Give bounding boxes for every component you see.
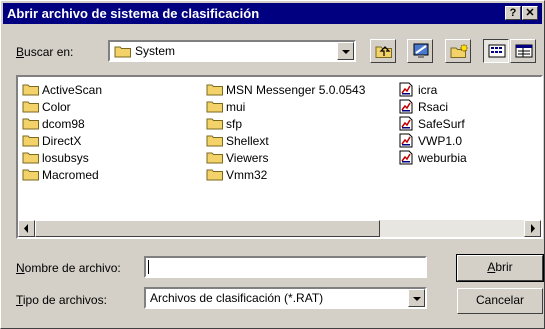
file-list-item-name: mui xyxy=(226,100,246,114)
scroll-left-button[interactable] xyxy=(18,220,35,237)
file-list-item-name: Shellext xyxy=(226,134,269,148)
rat-file-icon xyxy=(398,99,414,117)
look-in-label: Buscar en: xyxy=(16,45,74,59)
file-list-item-name: Macromed xyxy=(42,168,99,182)
file-list-item-name: Vmm32 xyxy=(226,168,268,182)
file-list-item-name: Viewers xyxy=(226,151,269,165)
help-button[interactable]: ? xyxy=(505,6,521,20)
file-list[interactable]: ActiveScan Color dcom98 DirectX losubsys Macr… xyxy=(16,75,543,239)
arrow-right-icon xyxy=(525,224,540,239)
file-type-dropdown-arrow[interactable] xyxy=(408,289,425,307)
file-type-dropdown[interactable]: Archivos de clasificación (*.RAT) xyxy=(144,287,427,309)
details-view-button[interactable] xyxy=(510,39,536,63)
up-one-level-button[interactable] xyxy=(370,39,396,63)
file-list-item-name: icra xyxy=(418,83,438,97)
file-list-item-name: Rsaci xyxy=(418,100,449,114)
folder-icon xyxy=(206,150,224,167)
folder-icon xyxy=(22,133,40,150)
file-list-item-name: dcom98 xyxy=(42,117,85,131)
rat-file-icon xyxy=(398,82,414,100)
desktop-button[interactable] xyxy=(407,39,433,63)
open-rating-file-dialog: Abrir archivo de sistema de clasificació… xyxy=(0,0,545,329)
file-list-item-name: weburbia xyxy=(418,151,467,165)
folder-icon xyxy=(22,99,40,116)
file-list-item-name: MSN Messenger 5.0.0543 xyxy=(226,83,366,97)
look-in-dropdown-arrow[interactable] xyxy=(337,42,354,60)
folder-icon xyxy=(114,44,132,61)
file-list-item-name: VWP1.0 xyxy=(418,134,463,148)
scroll-right-button[interactable] xyxy=(524,220,541,237)
folder-icon xyxy=(206,167,224,184)
rat-file-icon xyxy=(398,150,414,168)
file-list-item-name: Color xyxy=(42,100,71,114)
look-in-value: System xyxy=(135,44,176,58)
file-name-input[interactable] xyxy=(144,256,427,278)
folder-icon xyxy=(206,116,224,133)
folder-icon xyxy=(22,82,40,99)
new-folder-button[interactable] xyxy=(445,39,471,63)
folder-icon xyxy=(22,116,40,133)
list-view-button[interactable] xyxy=(483,39,509,63)
file-type-label: Tipo de archivos: xyxy=(16,293,107,307)
scroll-thumb[interactable] xyxy=(35,220,380,237)
file-list-item-name: DirectX xyxy=(42,134,82,148)
look-in-dropdown[interactable]: System xyxy=(108,40,356,62)
title-bar[interactable]: Abrir archivo de sistema de clasificació… xyxy=(3,3,542,24)
cancel-button[interactable]: Cancelar xyxy=(457,288,543,314)
rat-file-icon xyxy=(398,116,414,134)
file-list-item-name: sfp xyxy=(226,117,243,131)
file-list-item-name: ActiveScan xyxy=(42,83,103,97)
close-button[interactable]: ✕ xyxy=(522,6,538,20)
rat-file-icon xyxy=(398,133,414,151)
folder-icon xyxy=(22,150,40,167)
window-title: Abrir archivo de sistema de clasificació… xyxy=(7,6,260,21)
folder-icon xyxy=(22,167,40,184)
folder-icon xyxy=(206,133,224,150)
file-type-value: Archivos de clasificación (*.RAT) xyxy=(150,291,324,305)
text-cursor xyxy=(148,260,149,274)
open-button[interactable]: Abrir xyxy=(456,254,544,282)
folder-icon xyxy=(206,82,224,99)
file-name-label: Nombre de archivo: xyxy=(16,261,121,275)
horizontal-scrollbar[interactable] xyxy=(18,220,541,237)
folder-icon xyxy=(206,99,224,116)
arrow-left-icon xyxy=(19,224,34,239)
file-list-item-name: SafeSurf xyxy=(418,117,465,131)
file-list-item-name: losubsys xyxy=(42,151,89,165)
